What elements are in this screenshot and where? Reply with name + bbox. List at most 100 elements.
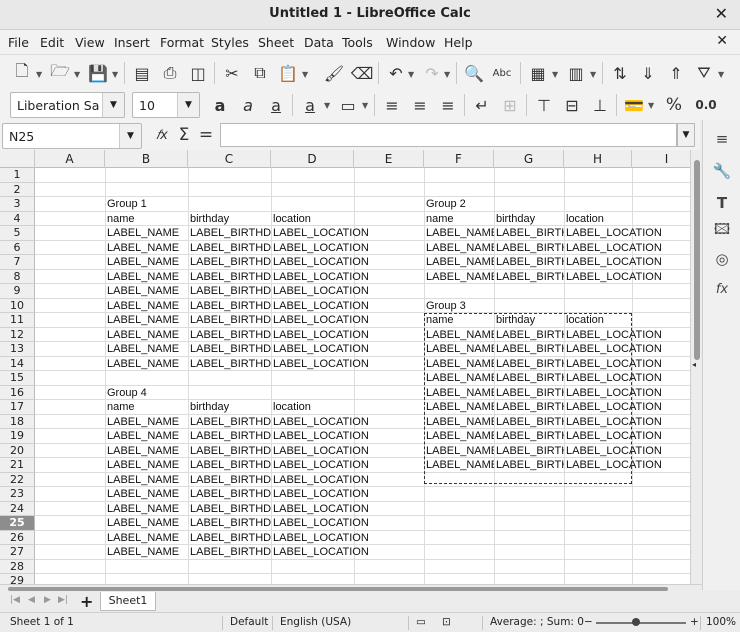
row-header-14[interactable]: 14 xyxy=(0,356,35,371)
cell-c24[interactable]: LABEL_BIRTHDAY xyxy=(188,502,271,517)
save-icon[interactable]: 💾 xyxy=(86,61,110,85)
insert-mode-icon[interactable]: ▭ xyxy=(416,616,426,628)
column-header-b[interactable]: B xyxy=(105,150,188,168)
cell-h21[interactable]: LABEL_LOCATION xyxy=(564,458,662,473)
cell-c11[interactable]: LABEL_BIRTHDAY xyxy=(188,313,271,328)
cell-c27[interactable]: LABEL_BIRTHDAY xyxy=(188,545,271,560)
chevron-down-icon[interactable]: ▼ xyxy=(119,124,141,148)
column-header-a[interactable]: A xyxy=(35,150,105,168)
cell-b24[interactable]: LABEL_NAME xyxy=(105,502,179,517)
cell-f6[interactable]: LABEL_NAME xyxy=(424,241,494,256)
cell-b25[interactable]: LABEL_NAME xyxy=(105,516,179,531)
gallery-icon[interactable]: 🖾 xyxy=(711,220,733,242)
align-center-icon[interactable]: ≡ xyxy=(408,93,432,117)
row-header-8[interactable]: 8 xyxy=(0,269,35,284)
row-header-10[interactable]: 10 xyxy=(0,298,35,313)
cell-d10[interactable]: LABEL_LOCATION xyxy=(271,299,369,314)
cell-g11[interactable]: birthday xyxy=(494,313,535,328)
row-header-29[interactable]: 29 xyxy=(0,574,35,584)
cell-b21[interactable]: LABEL_NAME xyxy=(105,458,179,473)
row-header-16[interactable]: 16 xyxy=(0,385,35,400)
row-header-1[interactable]: 1 xyxy=(0,168,35,183)
background-color-icon[interactable]: ▭ xyxy=(336,93,360,117)
chevron-down-icon[interactable]: ▼ xyxy=(590,70,596,79)
cell-b11[interactable]: LABEL_NAME xyxy=(105,313,179,328)
font-color-icon[interactable]: a xyxy=(298,93,322,117)
row-header-2[interactable]: 2 xyxy=(0,182,35,197)
column-header-i[interactable]: I xyxy=(632,150,690,168)
row-header-15[interactable]: 15 xyxy=(0,371,35,386)
merge-cells-icon[interactable]: ⊞ xyxy=(498,93,522,117)
formula-icon[interactable]: = xyxy=(194,123,218,147)
cut-icon[interactable]: ✂ xyxy=(220,61,244,85)
cell-b9[interactable]: LABEL_NAME xyxy=(105,284,179,299)
chevron-down-icon[interactable]: ▼ xyxy=(36,70,42,79)
cell-g14[interactable]: LABEL_BIRTHDAY xyxy=(494,357,564,372)
cell-h5[interactable]: LABEL_LOCATION xyxy=(564,226,662,241)
row-header-28[interactable]: 28 xyxy=(0,559,35,574)
cell-d25[interactable]: LABEL_LOCATION xyxy=(271,516,369,531)
styles-icon[interactable]: T xyxy=(711,192,733,214)
italic-icon[interactable]: a xyxy=(236,93,260,117)
zoom-out-icon[interactable]: − xyxy=(584,616,593,628)
cell-c13[interactable]: LABEL_BIRTHDAY xyxy=(188,342,271,357)
first-sheet-icon[interactable]: |◀ xyxy=(10,595,20,605)
formula-input[interactable] xyxy=(220,123,677,147)
language[interactable]: English (USA) xyxy=(280,616,351,628)
cell-c22[interactable]: LABEL_BIRTHDAY xyxy=(188,473,271,488)
column-header-h[interactable]: H xyxy=(564,150,632,168)
cell-b27[interactable]: LABEL_NAME xyxy=(105,545,179,560)
column-icon[interactable]: ▥ xyxy=(564,61,588,85)
row-header-23[interactable]: 23 xyxy=(0,487,35,502)
sum-icon[interactable]: Σ xyxy=(172,123,196,147)
page-style[interactable]: Default xyxy=(230,616,268,628)
previous-sheet-icon[interactable]: ◀ xyxy=(28,595,35,605)
cell-d17[interactable]: location xyxy=(271,400,311,415)
row-header-7[interactable]: 7 xyxy=(0,255,35,270)
cell-c25[interactable]: LABEL_BIRTHDAY xyxy=(188,516,271,531)
chevron-down-icon[interactable]: ▼ xyxy=(177,93,199,117)
chevron-down-icon[interactable]: ▼ xyxy=(324,101,330,110)
row-header-21[interactable]: 21 xyxy=(0,458,35,473)
cell-h15[interactable]: LABEL_LOCATION xyxy=(564,371,662,386)
number-format-icon[interactable]: 0.0 xyxy=(690,93,722,117)
chevron-down-icon[interactable]: ▼ xyxy=(112,70,118,79)
sort-ascending-icon[interactable]: ⇓ xyxy=(636,61,660,85)
zoom-in-icon[interactable]: + xyxy=(690,616,699,628)
cell-f18[interactable]: LABEL_NAME xyxy=(424,415,494,430)
menu-data[interactable]: Data xyxy=(304,35,334,50)
sort-icon[interactable]: ⇅ xyxy=(608,61,632,85)
cell-g21[interactable]: LABEL_BIRTHDAY xyxy=(494,458,564,473)
row-header-5[interactable]: 5 xyxy=(0,226,35,241)
cell-d8[interactable]: LABEL_LOCATION xyxy=(271,270,369,285)
chevron-down-icon[interactable]: ▼ xyxy=(362,101,368,110)
cell-f10[interactable]: Group 3 xyxy=(424,299,466,314)
cell-f14[interactable]: LABEL_NAME xyxy=(424,357,494,372)
cell-c7[interactable]: LABEL_BIRTHDAY xyxy=(188,255,271,270)
cell-d5[interactable]: LABEL_LOCATION xyxy=(271,226,369,241)
cell-b12[interactable]: LABEL_NAME xyxy=(105,328,179,343)
cell-g13[interactable]: LABEL_BIRTHDAY xyxy=(494,342,564,357)
cell-f8[interactable]: LABEL_NAME xyxy=(424,270,494,285)
cell-d4[interactable]: location xyxy=(271,212,311,227)
cell-d18[interactable]: LABEL_LOCATION xyxy=(271,415,369,430)
cell-c6[interactable]: LABEL_BIRTHDAY xyxy=(188,241,271,256)
column-header-c[interactable]: C xyxy=(188,150,271,168)
cell-f15[interactable]: LABEL_NAME xyxy=(424,371,494,386)
cell-c5[interactable]: LABEL_BIRTHDAY xyxy=(188,226,271,241)
row-header-24[interactable]: 24 xyxy=(0,501,35,516)
row-header-19[interactable]: 19 xyxy=(0,429,35,444)
cell-f17[interactable]: LABEL_NAME xyxy=(424,400,494,415)
cell-f19[interactable]: LABEL_NAME xyxy=(424,429,494,444)
cell-d27[interactable]: LABEL_LOCATION xyxy=(271,545,369,560)
cell-b3[interactable]: Group 1 xyxy=(105,197,147,212)
cell-d7[interactable]: LABEL_LOCATION xyxy=(271,255,369,270)
column-header-f[interactable]: F xyxy=(424,150,494,168)
menu-format[interactable]: Format xyxy=(160,35,204,50)
wrap-text-icon[interactable]: ↵ xyxy=(470,93,494,117)
menu-edit[interactable]: Edit xyxy=(40,35,64,50)
chevron-down-icon[interactable]: ▼ xyxy=(552,70,558,79)
align-left-icon[interactable]: ≡ xyxy=(380,93,404,117)
menu-tools[interactable]: Tools xyxy=(342,35,373,50)
cell-d11[interactable]: LABEL_LOCATION xyxy=(271,313,369,328)
